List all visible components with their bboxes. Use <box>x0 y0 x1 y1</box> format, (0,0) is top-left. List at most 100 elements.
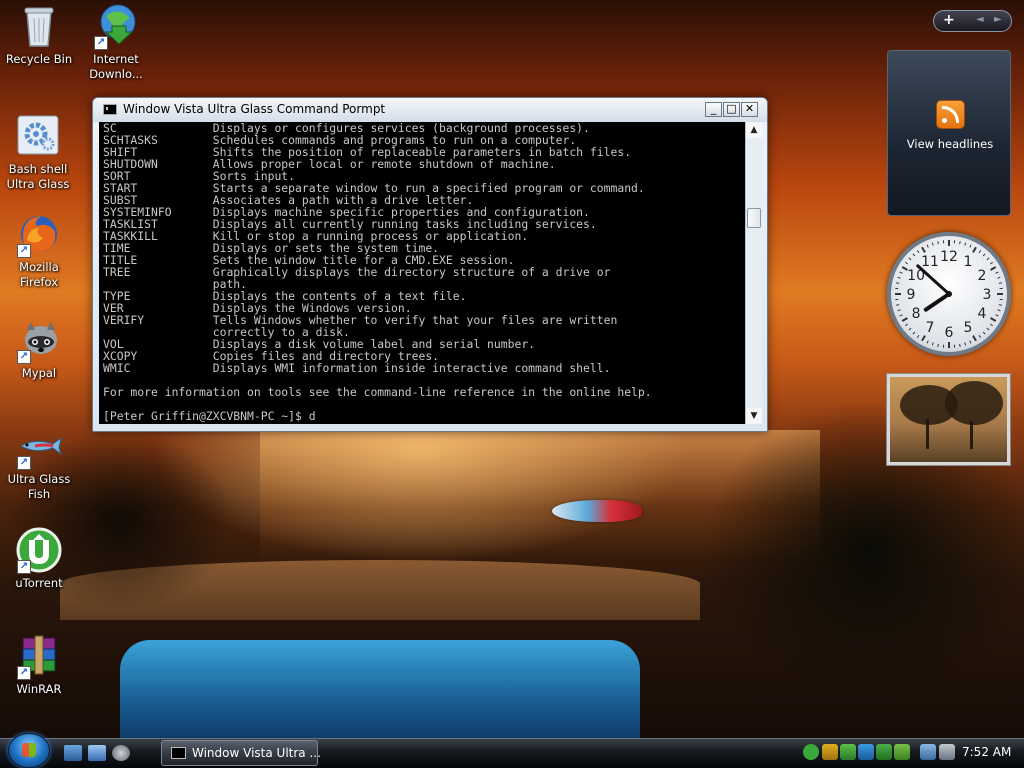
clock-numeral: 11 <box>921 254 939 270</box>
clock-tick <box>997 309 1001 312</box>
clock-tick <box>959 343 961 347</box>
clock-tick <box>897 276 901 279</box>
ultra-glass-fish-sprite[interactable] <box>552 500 642 522</box>
taskbar-button-label: Window Vista Ultra ... <box>192 746 321 760</box>
window-titlebar[interactable]: Window Vista Ultra Glass Command Pormpt … <box>93 98 767 122</box>
clock-tick <box>990 266 997 271</box>
desktop-icon-utorrent[interactable]: ↗ uTorrent <box>1 526 77 591</box>
download-tray-icon[interactable] <box>858 744 874 760</box>
slideshow-gadget[interactable] <box>886 373 1011 466</box>
desktop-icon-internet-download[interactable]: ↗ Internet Downlo... <box>78 2 154 82</box>
show-desktop-icon[interactable] <box>64 745 82 761</box>
previous-page-icon[interactable]: ◄ <box>976 14 984 25</box>
console-line: WMIC Displays WMI information inside int… <box>103 361 611 375</box>
minimize-button[interactable]: _ <box>705 102 722 117</box>
desktop-icon-mozilla-firefox[interactable]: ↗ Mozilla Firefox <box>1 210 77 290</box>
clock-hour-hand <box>923 292 951 312</box>
shortcut-arrow-icon: ↗ <box>17 350 31 364</box>
desktop-icon-label: uTorrent <box>15 576 63 590</box>
fish-icon: ↗ <box>15 422 63 470</box>
clock-tick <box>905 323 909 327</box>
clock-tick <box>964 242 967 246</box>
clock-tick <box>896 282 900 284</box>
vertical-scrollbar[interactable]: ▲ ▼ <box>745 122 762 424</box>
desktop-icon-label: Ultra Glass Fish <box>7 472 71 501</box>
clock-tick <box>926 340 929 344</box>
firefox-icon: ↗ <box>15 210 63 258</box>
feed-headlines-gadget[interactable]: View headlines <box>887 50 1011 216</box>
clock-tick <box>995 314 999 317</box>
volume-muted-icon[interactable] <box>939 744 955 760</box>
network-tray-icon[interactable] <box>840 744 856 760</box>
rss-icon <box>936 100 965 129</box>
clock-tick <box>912 331 916 335</box>
start-button[interactable] <box>8 733 50 768</box>
network-status-icon[interactable] <box>920 744 936 760</box>
shortcut-arrow-icon: ↗ <box>94 36 108 50</box>
scroll-down-arrow-icon[interactable]: ▼ <box>746 408 762 424</box>
desktop-icon-label: Internet Downlo... <box>89 52 143 81</box>
shield-icon[interactable] <box>822 744 838 760</box>
command-prompt-window[interactable]: Window Vista Ultra Glass Command Pormpt … <box>92 97 768 432</box>
clock-tick <box>969 340 972 344</box>
clock-tick <box>912 253 916 257</box>
clock-tick <box>986 257 990 261</box>
mypal-quicklaunch-icon[interactable] <box>112 745 130 761</box>
flag-tray-icon[interactable] <box>876 744 892 760</box>
clock-tick <box>978 250 982 254</box>
sidebar-toolbar: + ◄ ► <box>933 10 1012 32</box>
desktop-icon-label: Recycle Bin <box>5 52 73 66</box>
desktop-icon-winrar[interactable]: ↗ WinRAR <box>1 632 77 697</box>
desktop-icon-label: Mypal <box>21 366 57 380</box>
clock-tick <box>998 304 1002 306</box>
clock-tick <box>998 282 1002 284</box>
view-headlines-label[interactable]: View headlines <box>888 137 1012 151</box>
clock-numeral: 7 <box>926 320 935 336</box>
next-page-icon[interactable]: ► <box>994 14 1002 25</box>
clock-numeral: 8 <box>912 306 921 322</box>
clock-gadget[interactable]: 12 1 2 3 4 5 6 7 8 9 10 11 <box>887 232 1011 356</box>
app-tray-icon[interactable] <box>894 744 910 760</box>
utorrent-icon: ↗ <box>15 526 63 574</box>
clock-tick <box>905 261 909 265</box>
clock-tick <box>959 241 961 245</box>
clock-tick <box>997 276 1001 279</box>
add-gadget-button[interactable]: + <box>943 12 955 28</box>
switch-windows-icon[interactable] <box>88 745 106 761</box>
clock-tick <box>937 241 939 245</box>
clock-numeral: 6 <box>945 325 954 341</box>
clock-tick <box>989 261 993 265</box>
desktop-icon-label: Bash shell Ultra Glass <box>6 162 70 191</box>
clock-center <box>946 291 952 297</box>
clock-tick <box>899 271 903 274</box>
scrollbar-thumb[interactable] <box>747 208 761 228</box>
winrar-icon: ↗ <box>15 632 63 680</box>
cmd-icon <box>103 104 117 115</box>
desktop-icon-label: Mozilla Firefox <box>19 260 59 289</box>
clock-tick <box>986 327 990 331</box>
clock-tick <box>901 317 908 322</box>
console-output[interactable]: SC Displays or configures services (back… <box>99 122 762 424</box>
clock-tick <box>897 309 901 312</box>
clock-tick <box>982 331 986 335</box>
clock-numeral: 9 <box>907 287 916 303</box>
desktop-icon-bash-shell[interactable]: Bash shell Ultra Glass <box>0 112 76 192</box>
clock-tick <box>990 317 997 322</box>
clock-numeral: 1 <box>964 254 973 270</box>
clock-numeral: 3 <box>983 287 992 303</box>
clock-tick <box>896 304 900 306</box>
scroll-up-arrow-icon[interactable]: ▲ <box>746 122 762 138</box>
taskbar-button-command-prompt[interactable]: Window Vista Ultra ... <box>161 740 321 766</box>
close-button[interactable]: ✕ <box>741 102 758 117</box>
utorrent-tray-icon[interactable] <box>803 744 819 760</box>
taskbar-clock[interactable]: 7:52 AM <box>962 745 1011 759</box>
maximize-button[interactable]: □ <box>723 102 740 117</box>
console-line: [Peter Griffin@ZXCVBNM-PC ~]$ d <box>103 409 316 423</box>
clock-tick <box>978 334 982 338</box>
desktop-icon-ultra-glass-fish[interactable]: ↗ Ultra Glass Fish <box>1 422 77 502</box>
clock-tick <box>916 334 920 338</box>
clock-tick <box>899 314 903 317</box>
shortcut-arrow-icon: ↗ <box>17 456 31 470</box>
desktop-icon-mypal[interactable]: ↗ Mypal <box>1 316 77 381</box>
desktop-icon-recycle-bin[interactable]: Recycle Bin <box>1 2 77 67</box>
